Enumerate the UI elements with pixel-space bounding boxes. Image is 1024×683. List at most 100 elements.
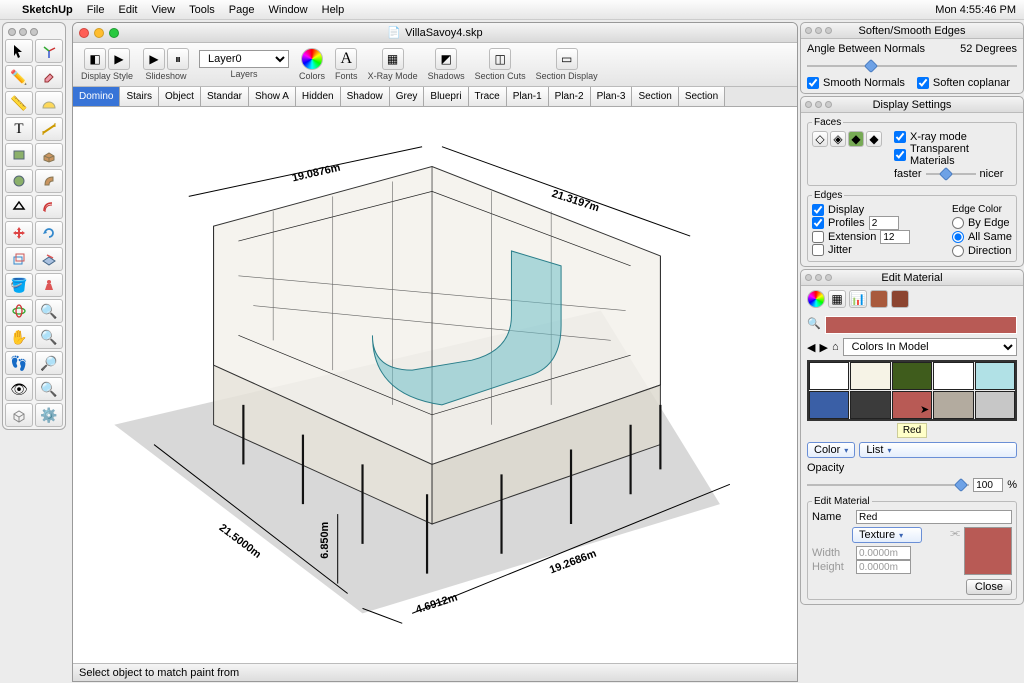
face-style-icon[interactable]: ◈ — [830, 131, 846, 147]
offset-tool[interactable] — [35, 195, 63, 219]
color-swatch[interactable] — [850, 391, 890, 419]
prev-view-tool[interactable]: 🔍 — [35, 377, 63, 401]
color-swatch[interactable] — [892, 362, 932, 390]
paint-tool[interactable]: 🪣 — [5, 273, 33, 297]
rotate-tool[interactable] — [35, 221, 63, 245]
section-cuts-icon[interactable]: ◫ — [489, 48, 511, 70]
axes-tool[interactable] — [35, 39, 63, 63]
angle-slider[interactable] — [807, 59, 1017, 73]
followme-tool[interactable] — [35, 169, 63, 193]
display-edges-check[interactable] — [812, 204, 824, 216]
opacity-slider[interactable] — [807, 478, 969, 492]
zoom-window-tool[interactable]: 🔎 — [35, 351, 63, 375]
link-icon[interactable]: ⫘ — [950, 527, 960, 540]
face-style-icon[interactable]: ◆ — [866, 131, 882, 147]
shadows-icon[interactable]: ◩ — [435, 48, 457, 70]
color-mode-select[interactable]: Color — [807, 442, 855, 458]
rectangle-tool[interactable] — [5, 143, 33, 167]
scene-tab[interactable]: Show A — [249, 87, 296, 106]
look-around-tool[interactable]: 👁 — [5, 377, 33, 401]
layer-select[interactable]: Layer0 — [199, 50, 289, 68]
color-wheel-icon[interactable] — [807, 290, 825, 308]
scene-tab[interactable]: Shadow — [341, 87, 390, 106]
color-swatch[interactable] — [809, 391, 849, 419]
scene-tab[interactable]: Hidden — [296, 87, 341, 106]
scene-tab[interactable]: Plan-1 — [507, 87, 549, 106]
xray-check[interactable] — [894, 131, 906, 143]
color-swatch[interactable] — [933, 391, 973, 419]
color-swatch[interactable] — [809, 362, 849, 390]
close-icon[interactable] — [79, 28, 89, 38]
select-tool[interactable] — [5, 39, 33, 63]
section-display-icon[interactable]: ▭ — [556, 48, 578, 70]
jitter-check[interactable] — [812, 244, 824, 256]
position-camera-tool[interactable] — [35, 273, 63, 297]
texture-select[interactable]: Texture — [852, 527, 922, 543]
menu-edit[interactable]: Edit — [118, 4, 137, 16]
move-tool[interactable] — [5, 221, 33, 245]
colors-icon[interactable] — [301, 48, 323, 70]
menu-help[interactable]: Help — [322, 4, 345, 16]
color-swatch[interactable]: ➤ — [892, 391, 932, 419]
direction-radio[interactable] — [952, 245, 964, 257]
minimize-icon[interactable] — [94, 28, 104, 38]
circle-tool[interactable] — [5, 169, 33, 193]
color-swatch[interactable] — [975, 391, 1015, 419]
viewport[interactable]: 19.0876m 21.3197m 21.5000m 19.2686m 4.69… — [73, 107, 797, 663]
material-name-input[interactable] — [856, 510, 1012, 524]
brick-icon[interactable] — [870, 290, 888, 308]
palette-icon[interactable]: ▦ — [828, 290, 846, 308]
face-style-icon[interactable]: ◆ — [848, 131, 864, 147]
color-swatch[interactable] — [933, 362, 973, 390]
menu-tools[interactable]: Tools — [189, 4, 215, 16]
color-swatch[interactable] — [850, 362, 890, 390]
tape-tool[interactable]: 📏 — [5, 91, 33, 115]
all-same-radio[interactable] — [952, 231, 964, 243]
opacity-input[interactable] — [973, 478, 1003, 492]
scale-tool[interactable] — [5, 247, 33, 271]
scene-tab[interactable]: Trace — [469, 87, 507, 106]
pencil-tool[interactable]: ✏️ — [5, 65, 33, 89]
component-tool[interactable] — [5, 403, 33, 427]
face-style-icon[interactable]: ◇ — [812, 131, 828, 147]
soften-coplanar-check[interactable] — [917, 77, 929, 89]
style-cycle-icon[interactable]: ◧ — [84, 48, 106, 70]
menu-view[interactable]: View — [151, 4, 175, 16]
text-tool[interactable]: T — [5, 117, 33, 141]
fonts-icon[interactable]: A — [335, 48, 357, 70]
profiles-check[interactable] — [812, 217, 824, 229]
nav-back-icon[interactable]: ◀ — [807, 341, 815, 354]
menu-page[interactable]: Page — [229, 4, 255, 16]
scene-tab-domino[interactable]: Domino — [73, 87, 120, 106]
search-icon[interactable]: 🔍 — [807, 317, 821, 330]
scene-tab[interactable]: Plan-3 — [591, 87, 633, 106]
eraser-tool[interactable] — [35, 65, 63, 89]
scene-tab[interactable]: Plan-2 — [549, 87, 591, 106]
scene-tab[interactable]: Object — [159, 87, 201, 106]
extension-input[interactable] — [880, 230, 910, 244]
close-button[interactable]: Close — [966, 579, 1012, 595]
profiles-input[interactable] — [869, 216, 899, 230]
pushpull-tool[interactable] — [35, 143, 63, 167]
xray-icon[interactable]: ▦ — [382, 48, 404, 70]
library-icon[interactable]: 📊 — [849, 290, 867, 308]
orbit-tool[interactable] — [5, 299, 33, 323]
menu-window[interactable]: Window — [269, 4, 308, 16]
settings-tool[interactable]: ⚙️ — [35, 403, 63, 427]
protractor-tool[interactable] — [35, 91, 63, 115]
menu-file[interactable]: File — [87, 4, 105, 16]
brick2-icon[interactable] — [891, 290, 909, 308]
scene-tab[interactable]: Standar — [201, 87, 249, 106]
titlebar[interactable]: 📄 VillaSavoy4.skp — [73, 23, 797, 43]
zoom-icon[interactable] — [109, 28, 119, 38]
scene-tab[interactable]: Grey — [390, 87, 425, 106]
dimension-tool[interactable] — [35, 117, 63, 141]
color-swatch[interactable] — [975, 362, 1015, 390]
zoom-extents-tool[interactable]: 🔍 — [35, 299, 63, 323]
zoom-tool[interactable]: 🔍 — [35, 325, 63, 349]
scene-tab[interactable]: Stairs — [120, 87, 159, 106]
polygon-tool[interactable] — [5, 195, 33, 219]
nav-fwd-icon[interactable]: ▶ — [819, 341, 827, 354]
pause-icon[interactable]: ⏸ — [167, 48, 189, 70]
play-icon[interactable]: ▶ — [143, 48, 165, 70]
